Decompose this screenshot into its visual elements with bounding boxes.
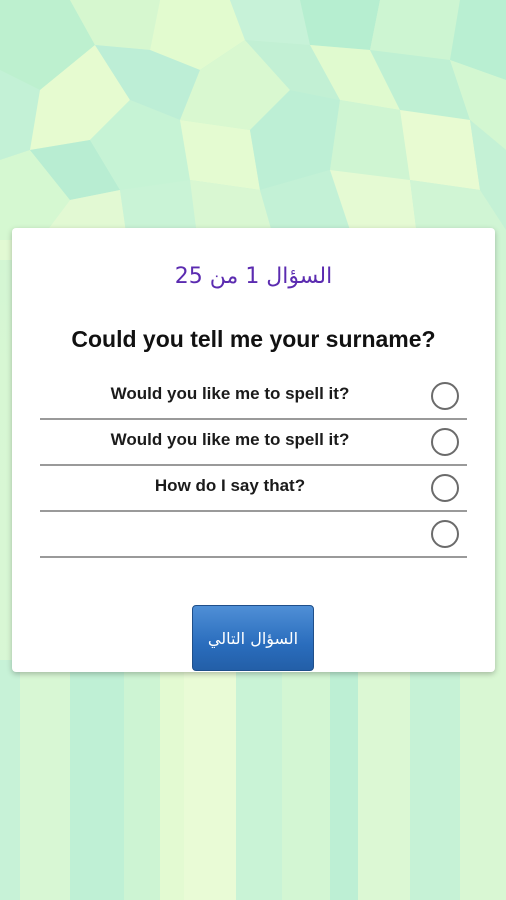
mosaic-top-pattern (0, 0, 506, 260)
answer-option-label: How do I say that? (154, 476, 306, 495)
radio-button[interactable] (431, 428, 459, 456)
answer-option-2[interactable]: Would you like me to spell it? (40, 420, 467, 466)
question-text: Could you tell me your surname? (71, 326, 436, 352)
answer-option-1[interactable]: Would you like me to spell it? (40, 374, 467, 420)
answer-option-label: Would you like me to spell it? (110, 430, 350, 449)
answer-option-label: Would you like me to spell it? (110, 384, 350, 403)
stripe-pattern (0, 660, 506, 900)
radio-button[interactable] (431, 474, 459, 502)
answer-option-3[interactable]: How do I say that? (40, 466, 467, 512)
radio-button[interactable] (431, 382, 459, 410)
answer-option-4[interactable] (40, 512, 467, 558)
radio-button[interactable] (431, 520, 459, 548)
answer-options: Would you like me to spell it? Would you… (40, 374, 467, 558)
question-counter: السؤال 1 من 25 (174, 264, 333, 289)
question-card: السؤال 1 من 25 Could you tell me your su… (12, 228, 495, 672)
next-question-button[interactable]: السؤال التالي (192, 605, 314, 671)
